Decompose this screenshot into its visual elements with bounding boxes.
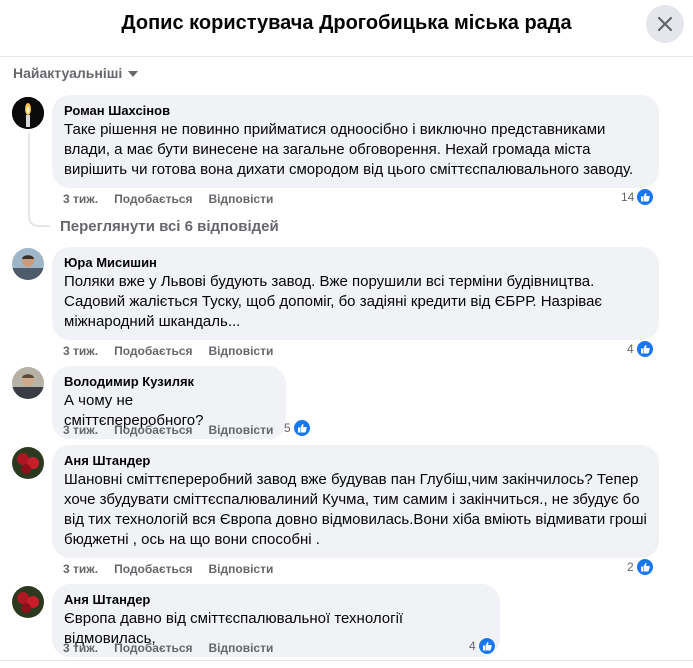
reply-button[interactable]: Відповісти xyxy=(209,422,274,438)
like-button[interactable]: Подобається xyxy=(114,422,192,438)
comment-time[interactable]: 3 тиж. xyxy=(63,191,98,207)
like-button[interactable]: Подобається xyxy=(114,640,192,656)
comment-actions: 3 тиж. Подобається Відповісти xyxy=(63,343,273,359)
close-icon xyxy=(658,17,672,31)
reaction-count[interactable]: 4 xyxy=(469,637,496,655)
roses-photo-icon xyxy=(12,586,44,618)
comment-text: Таке рішення не повинно прийматися одноо… xyxy=(64,121,634,178)
thread-line xyxy=(28,132,30,212)
like-button[interactable]: Подобається xyxy=(114,191,192,207)
reaction-number: 4 xyxy=(469,639,476,653)
reaction-number: 2 xyxy=(627,560,634,574)
sort-dropdown[interactable]: Найактуальніші xyxy=(13,65,139,81)
comment-text: Шановні сміттєпереробний завод вже будув… xyxy=(64,471,647,548)
avatar[interactable] xyxy=(12,447,44,479)
reaction-count[interactable]: 14 xyxy=(621,188,655,206)
person-photo-icon xyxy=(12,248,44,280)
like-icon xyxy=(477,637,496,655)
close-button[interactable] xyxy=(646,5,684,43)
comment-author[interactable]: Юра Мисишин xyxy=(64,255,647,271)
comment-actions: 3 тиж. Подобається Відповісти xyxy=(63,191,273,207)
like-button[interactable]: Подобається xyxy=(114,561,192,577)
comment-text: Поляки вже у Львові будують завод. Вже п… xyxy=(64,273,603,330)
reply-button[interactable]: Відповісти xyxy=(209,640,274,656)
avatar[interactable] xyxy=(12,586,44,618)
reaction-number: 4 xyxy=(627,342,634,356)
comment-time[interactable]: 3 тиж. xyxy=(63,343,98,359)
comment-author[interactable]: Володимир Кузиляк xyxy=(64,374,274,390)
reaction-number: 5 xyxy=(284,421,291,435)
reply-button[interactable]: Відповісти xyxy=(209,343,274,359)
avatar[interactable] xyxy=(12,248,44,280)
chevron-down-icon xyxy=(128,71,139,77)
comment-actions: 3 тиж. Подобається Відповісти xyxy=(63,640,273,656)
candle-icon xyxy=(12,97,44,129)
view-replies-link[interactable]: Переглянути всі 6 відповідей xyxy=(60,218,279,235)
comment-time[interactable]: 3 тиж. xyxy=(63,640,98,656)
dialog-title: Допис користувача Дрогобицька міська рад… xyxy=(121,12,572,34)
dialog-header: Допис користувача Дрогобицька міська рад… xyxy=(0,0,693,57)
comment-author[interactable]: Аня Штандер xyxy=(64,453,647,469)
reaction-number: 14 xyxy=(621,190,635,204)
comment-author[interactable]: Роман Шахсінов xyxy=(64,103,647,119)
comment-time[interactable]: 3 тиж. xyxy=(63,422,98,438)
sort-label: Найактуальніші xyxy=(13,65,123,81)
comment-actions: 3 тиж. Подобається Відповісти xyxy=(63,561,273,577)
like-icon xyxy=(292,419,311,437)
roses-photo-icon xyxy=(12,447,44,479)
reaction-count[interactable]: 2 xyxy=(627,558,654,576)
reply-button[interactable]: Відповісти xyxy=(209,191,274,207)
comment-bubble: Аня Штандер Шановні сміттєпереробний зав… xyxy=(52,445,659,558)
thread-connector xyxy=(28,205,50,227)
reaction-count[interactable]: 5 xyxy=(284,419,311,437)
like-icon xyxy=(636,188,655,206)
comment-time[interactable]: 3 тиж. xyxy=(63,561,98,577)
comment-bubble: Юра Мисишин Поляки вже у Львові будують … xyxy=(52,247,659,340)
avatar[interactable] xyxy=(12,97,44,129)
person-photo-icon xyxy=(12,367,44,399)
like-icon xyxy=(635,340,654,358)
comment-actions: 3 тиж. Подобається Відповісти xyxy=(63,422,273,438)
avatar[interactable] xyxy=(12,367,44,399)
reply-button[interactable]: Відповісти xyxy=(209,561,274,577)
like-button[interactable]: Подобається xyxy=(114,343,192,359)
bottom-divider xyxy=(0,660,693,661)
comment-bubble: Роман Шахсінов Таке рішення не повинно п… xyxy=(52,95,659,188)
like-icon xyxy=(635,558,654,576)
reaction-count[interactable]: 4 xyxy=(627,340,654,358)
comment-author[interactable]: Аня Штандер xyxy=(64,592,488,608)
